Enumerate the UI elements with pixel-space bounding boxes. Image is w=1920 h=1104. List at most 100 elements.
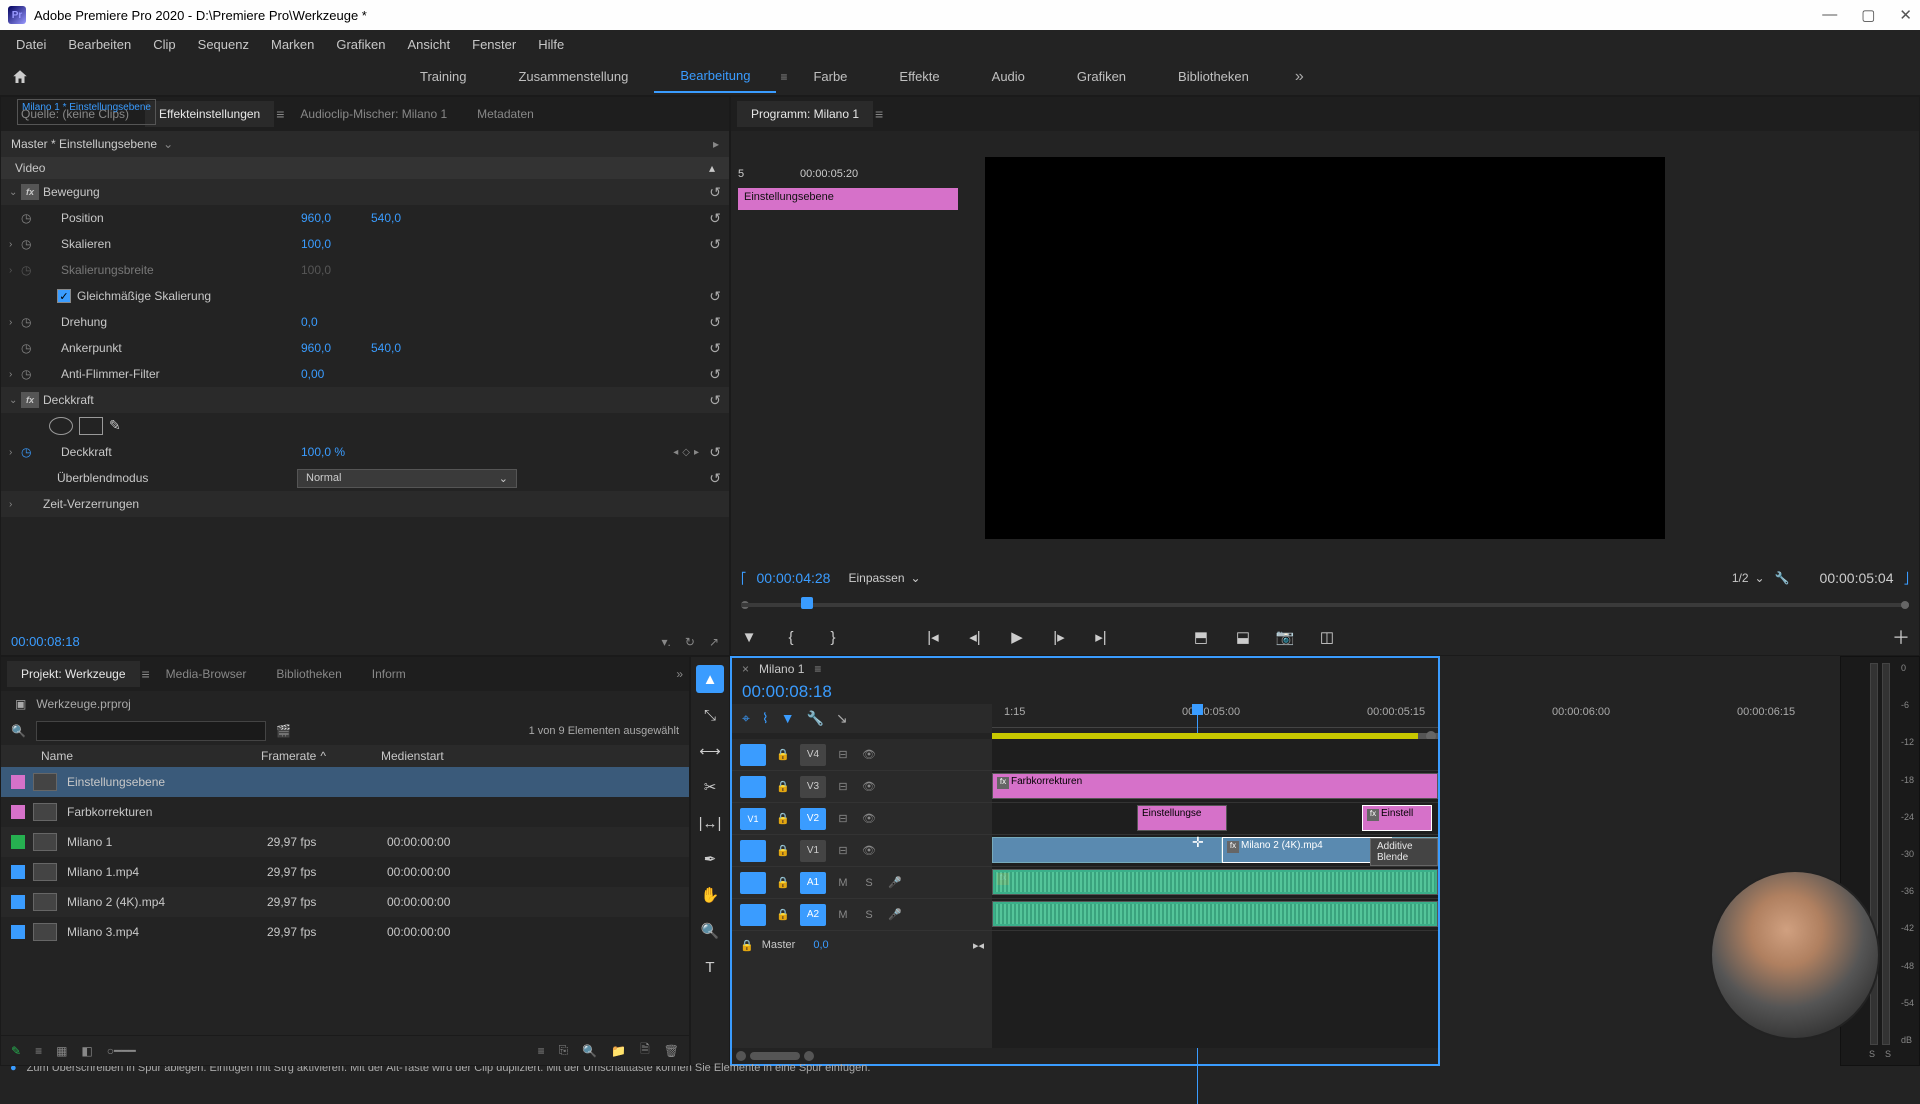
tab-audioclip-mixer[interactable]: Audioclip-Mischer: Milano 1 — [286, 101, 461, 127]
track-header-a1[interactable]: 🔒A1MS🎤 — [732, 867, 992, 899]
menu-bearbeiten[interactable]: Bearbeiten — [58, 33, 141, 56]
zoom-slider[interactable]: ○━━━ — [107, 1044, 136, 1058]
sort-icon[interactable]: ≡ — [538, 1044, 545, 1058]
tab-bibliotheken[interactable]: Bibliotheken — [262, 661, 355, 687]
workspace-farbe[interactable]: Farbe — [787, 61, 873, 92]
ec-group-deckkraft[interactable]: ⌄fx Deckkraft ↺ — [1, 387, 729, 413]
new-item-icon[interactable]: 🗎 — [640, 1040, 650, 1061]
icon-view-icon[interactable]: ▦ — [56, 1044, 67, 1058]
list-view-icon[interactable]: ≡ — [35, 1044, 42, 1058]
selection-tool-icon[interactable]: ▲ — [696, 665, 724, 693]
workspace-bibliotheken[interactable]: Bibliotheken — [1152, 61, 1275, 92]
stopwatch-icon[interactable]: ◷ — [21, 315, 37, 329]
play-icon[interactable]: ▸ — [713, 137, 719, 151]
search-icon[interactable]: 🔍 — [11, 724, 26, 738]
workspace-bearbeitung[interactable]: Bearbeitung — [654, 60, 776, 93]
position-x-value[interactable]: 960,0 — [301, 211, 371, 225]
stopwatch-icon[interactable]: ◷ — [21, 237, 37, 251]
stopwatch-icon[interactable]: ◷ — [21, 341, 37, 355]
play-icon[interactable]: ▶ — [1005, 625, 1029, 649]
project-row-milano1-seq[interactable]: Milano 129,97 fps00:00:00:00 — [1, 827, 689, 857]
scale-value[interactable]: 100,0 — [301, 237, 371, 251]
workspace-menu-icon[interactable]: ≡ — [780, 70, 787, 84]
menu-clip[interactable]: Clip — [143, 33, 185, 56]
stopwatch-icon[interactable]: ◷ — [21, 211, 37, 225]
snap-icon[interactable]: ⌖ — [742, 710, 750, 727]
project-search-input[interactable] — [36, 721, 266, 741]
button-editor-icon[interactable]: ＋ — [1889, 625, 1913, 649]
zoom-select[interactable]: 1/2⌄ — [1732, 571, 1765, 585]
clip-audio-a1[interactable]: fx — [992, 869, 1438, 895]
tab-projekt[interactable]: Projekt: Werkzeuge — [7, 661, 140, 687]
reset-icon[interactable]: ↺ — [709, 340, 721, 357]
track-header-v3[interactable]: 🔒V3⊟👁 — [732, 771, 992, 803]
tab-effekteinstellungen[interactable]: Effekteinstellungen — [145, 101, 274, 127]
solo-left-icon[interactable]: S — [1869, 1049, 1875, 1059]
anchor-y-value[interactable]: 540,0 — [371, 341, 441, 355]
export-frame-icon[interactable]: 📷 — [1273, 625, 1297, 649]
panel-menu-icon[interactable]: ≡ — [875, 106, 883, 122]
ripple-edit-tool-icon[interactable]: ⟷ — [696, 737, 724, 765]
go-to-in-icon[interactable]: |◂ — [921, 625, 945, 649]
bin-icon[interactable]: ▣ — [15, 697, 26, 711]
zoom-in-handle[interactable] — [804, 1051, 814, 1061]
tab-media-browser[interactable]: Media-Browser — [152, 661, 261, 687]
new-bin-icon[interactable]: 📁 — [611, 1044, 626, 1058]
rect-mask-icon[interactable] — [79, 417, 103, 435]
clip-audio-a2[interactable] — [992, 901, 1438, 927]
stopwatch-icon[interactable]: ◷ — [21, 263, 37, 277]
program-timecode[interactable]: 00:00:04:28 — [757, 570, 831, 586]
slip-tool-icon[interactable]: |↔| — [696, 809, 724, 837]
menu-ansicht[interactable]: Ansicht — [397, 33, 460, 56]
pen-tool-icon[interactable]: ✒ — [696, 845, 724, 873]
collapse-up-icon[interactable]: ▴ — [709, 161, 715, 175]
comparison-icon[interactable]: ◫ — [1315, 625, 1339, 649]
loop-icon[interactable]: ↻ — [685, 635, 695, 649]
tab-metadaten[interactable]: Metadaten — [463, 101, 548, 127]
project-row-milano1-mp4[interactable]: Milano 1.mp429,97 fps00:00:00:00 — [1, 857, 689, 887]
minimize-icon[interactable]: — — [1822, 6, 1837, 24]
home-icon[interactable] — [6, 63, 34, 91]
delete-icon[interactable]: 🗑 — [664, 1044, 679, 1058]
menu-datei[interactable]: Datei — [6, 33, 56, 56]
program-scrubber[interactable] — [741, 595, 1909, 615]
workspace-overflow-icon[interactable]: » — [1295, 68, 1304, 86]
lift-icon[interactable]: ⬒ — [1189, 625, 1213, 649]
sort-asc-icon[interactable]: ^ — [320, 749, 326, 763]
timeline-tracks-area[interactable]: fxFarbkorrekturen Einstellungse fxEinste… — [992, 739, 1438, 1048]
clip-video-gap[interactable] — [992, 837, 1222, 863]
chevron-down-icon[interactable]: ⌄ — [163, 137, 173, 151]
mark-in-icon[interactable]: { — [779, 625, 803, 649]
mark-out-icon[interactable]: } — [821, 625, 845, 649]
reset-icon[interactable]: ↺ — [709, 288, 721, 305]
menu-sequenz[interactable]: Sequenz — [188, 33, 259, 56]
step-forward-icon[interactable]: |▸ — [1047, 625, 1071, 649]
project-row-milano3-mp4[interactable]: Milano 3.mp429,97 fps00:00:00:00 — [1, 917, 689, 947]
timeline-settings-icon[interactable]: 🔧 — [807, 710, 824, 727]
reset-icon[interactable]: ↺ — [709, 444, 721, 461]
step-back-icon[interactable]: ◂| — [963, 625, 987, 649]
tab-programm[interactable]: Programm: Milano 1 — [737, 101, 873, 127]
maximize-icon[interactable]: ▢ — [1861, 6, 1875, 24]
clip-einstellungsebene-1[interactable]: Einstellungse — [1137, 805, 1227, 831]
rotation-value[interactable]: 0,0 — [301, 315, 371, 329]
add-marker-icon[interactable]: ▼ — [737, 625, 761, 649]
menu-grafiken[interactable]: Grafiken — [326, 33, 395, 56]
menu-fenster[interactable]: Fenster — [462, 33, 526, 56]
add-marker-icon[interactable]: ▼ — [781, 710, 795, 727]
type-tool-icon[interactable]: T — [696, 953, 724, 981]
ec-master-label[interactable]: Master * Einstellungsebene — [11, 137, 157, 151]
razor-tool-icon[interactable]: ✂ — [696, 773, 724, 801]
panel-menu-icon[interactable]: ≡ — [276, 106, 284, 122]
ec-clip-bar[interactable]: Einstellungsebene — [738, 188, 958, 210]
scrub-playhead[interactable] — [801, 597, 813, 609]
workspace-grafiken[interactable]: Grafiken — [1051, 61, 1152, 92]
menu-hilfe[interactable]: Hilfe — [528, 33, 574, 56]
clapper-icon[interactable]: 🎬 — [276, 724, 291, 738]
stopwatch-active-icon[interactable]: ◷ — [21, 445, 37, 459]
reset-icon[interactable]: ↺ — [709, 470, 721, 487]
track-header-a2[interactable]: 🔒A2MS🎤 — [732, 899, 992, 931]
track-header-master[interactable]: 🔒Master0,0▸◂ — [732, 931, 992, 959]
tab-informationen[interactable]: Inform — [358, 661, 420, 687]
project-row-einstellungsebene[interactable]: Einstellungsebene — [1, 767, 689, 797]
